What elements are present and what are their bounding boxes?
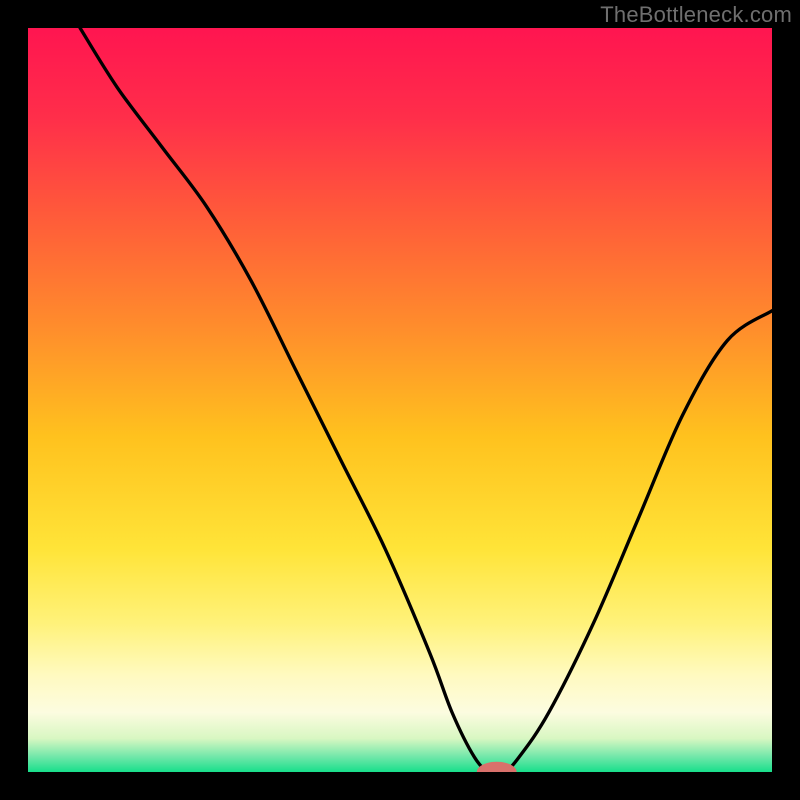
watermark-text: TheBottleneck.com	[600, 2, 792, 28]
chart-frame: TheBottleneck.com	[0, 0, 800, 800]
plot-area	[28, 28, 772, 772]
gradient-background	[28, 28, 772, 772]
bottleneck-chart	[28, 28, 772, 772]
